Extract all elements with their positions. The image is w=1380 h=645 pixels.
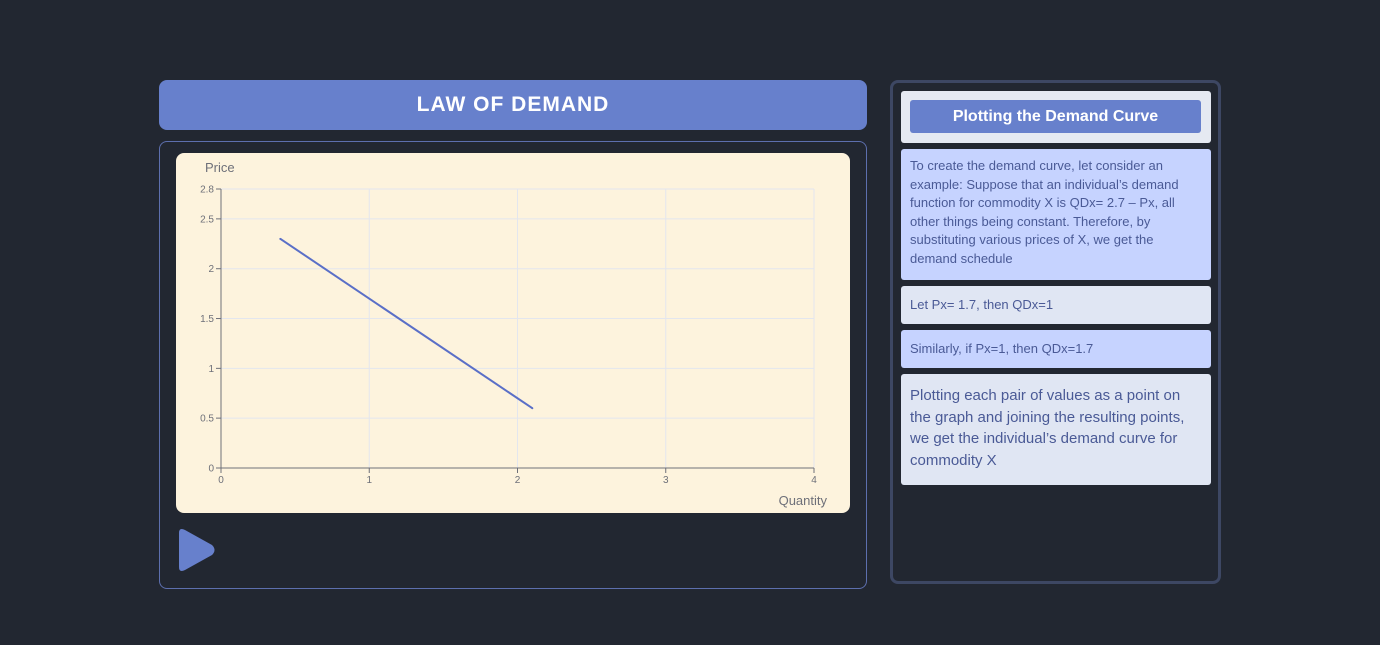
demand-curve-point bbox=[531, 407, 534, 410]
y-tick-label: 1.5 bbox=[200, 314, 214, 325]
chart-svg: 0 1 2 3 4 0 0.5 1 1.5 2 2.5 2.8 Price Quantity bbox=[200, 160, 828, 508]
x-tick-label: 2 bbox=[515, 475, 521, 486]
note-conclusion: Plotting each pair of values as a point … bbox=[901, 374, 1211, 485]
y-tick-label: 0.5 bbox=[200, 414, 214, 425]
y-tick-label: 0 bbox=[208, 464, 214, 475]
note-first-point: Let Px= 1.7, then QDx=1 bbox=[901, 286, 1211, 324]
page-title: LAW OF DEMAND bbox=[159, 80, 867, 130]
x-axis-label: Quantity bbox=[779, 493, 828, 508]
y-axis-label: Price bbox=[205, 160, 235, 175]
note-second-point: Similarly, if Px=1, then QDx=1.7 bbox=[901, 330, 1211, 368]
y-tick-label: 2.8 bbox=[200, 185, 214, 196]
x-tick-label: 4 bbox=[811, 475, 817, 486]
demand-chart: 0 1 2 3 4 0 0.5 1 1.5 2 2.5 2.8 Price Quantity bbox=[176, 153, 850, 513]
x-tick-label: 3 bbox=[663, 475, 669, 486]
y-tick-label: 2 bbox=[208, 264, 214, 275]
info-title: Plotting the Demand Curve bbox=[910, 100, 1201, 133]
info-header: Plotting the Demand Curve bbox=[901, 91, 1211, 143]
page-title-text: LAW OF DEMAND bbox=[416, 93, 610, 116]
play-button[interactable] bbox=[175, 527, 217, 573]
x-tick-label: 1 bbox=[366, 475, 372, 486]
demand-curve-point bbox=[279, 237, 282, 240]
play-icon[interactable] bbox=[175, 527, 217, 573]
info-panel: Plotting the Demand Curve To create the … bbox=[890, 80, 1221, 584]
demand-curve-line bbox=[279, 237, 533, 410]
note-intro: To create the demand curve, let consider… bbox=[901, 149, 1211, 280]
main-panel: 0 1 2 3 4 0 0.5 1 1.5 2 2.5 2.8 Price Quantity bbox=[159, 141, 867, 589]
x-tick-label: 0 bbox=[218, 475, 224, 486]
y-tick-label: 1 bbox=[208, 364, 214, 375]
y-tick-label: 2.5 bbox=[200, 214, 214, 225]
